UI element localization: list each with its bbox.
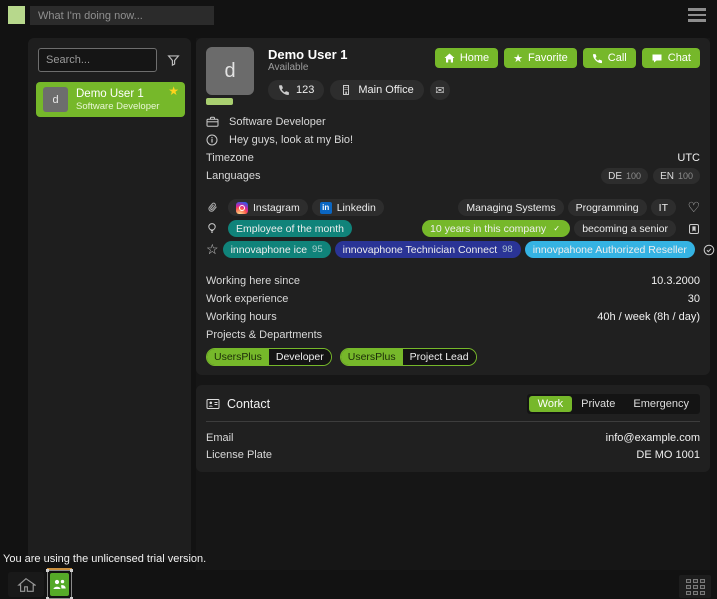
contact-row: Email info@example.com — [206, 429, 700, 446]
language-chip[interactable]: DE 100 — [601, 168, 648, 184]
profile-avatar: d — [206, 47, 254, 95]
skill-chip[interactable]: IT — [651, 199, 676, 216]
home-button[interactable]: Home — [435, 48, 498, 68]
taskbar-home-button[interactable] — [8, 572, 44, 597]
bio-row: Hey guys, look at my Bio! — [206, 131, 700, 149]
certifications-row: innovaphone ice 95 innovaphone Technicia… — [206, 239, 700, 260]
project-chip[interactable]: UsersPlus Developer — [206, 348, 332, 366]
profile-card: d Demo User 1 Available 123 — [196, 38, 710, 375]
contact-name: Demo User 1 — [76, 88, 159, 101]
own-presence-indicator[interactable] — [8, 6, 25, 24]
language-chip[interactable]: EN 100 — [653, 168, 700, 184]
phone-icon — [278, 84, 290, 96]
job-title-row: Software Developer — [206, 113, 700, 131]
filter-icon[interactable] — [163, 50, 183, 70]
goal-chip[interactable]: becoming a senior — [574, 220, 676, 237]
circle-check-icon — [703, 244, 715, 256]
chat-button[interactable]: Chat — [642, 48, 700, 68]
hamburger-menu-icon[interactable] — [688, 8, 706, 22]
timezone-row: Timezone UTC — [206, 149, 700, 167]
certification-chip[interactable]: innovaphone ice 95 — [223, 241, 331, 258]
instagram-link[interactable]: Instagram — [228, 199, 308, 216]
phone-icon — [592, 53, 603, 64]
contact-subtitle: Software Developer — [76, 101, 159, 112]
check-icon — [551, 223, 562, 234]
instagram-icon — [236, 202, 248, 214]
app-launcher-button[interactable] — [679, 575, 711, 598]
profile-name: Demo User 1 — [268, 47, 450, 62]
bookmark-icon — [684, 223, 700, 235]
detail-row: Working here since 10.3.2000 — [206, 272, 700, 290]
project-chip[interactable]: UsersPlus Project Lead — [340, 348, 477, 366]
phone-number-pill[interactable]: 123 — [268, 80, 324, 100]
taskbar-contacts-app[interactable] — [47, 570, 72, 599]
paperclip-icon — [206, 201, 224, 214]
skill-chip[interactable]: Managing Systems — [458, 199, 563, 216]
search-input[interactable] — [38, 48, 157, 72]
divider — [206, 421, 700, 422]
links-skills-row: Instagram in Linkedin Managing Systems P… — [206, 197, 700, 218]
chat-bubble-icon — [651, 53, 663, 64]
linkedin-icon: in — [320, 202, 332, 214]
star-icon — [513, 52, 523, 65]
building-icon — [340, 84, 352, 96]
languages-row: Languages DE 100 EN 100 — [206, 167, 700, 185]
timezone-value: UTC — [677, 152, 700, 164]
projects-label: Projects & Departments — [206, 326, 700, 344]
award-goals-row: Employee of the month 10 years in this c… — [206, 218, 700, 239]
trial-notice: You are using the unlicensed trial versi… — [3, 553, 206, 565]
profile-panel: d Demo User 1 Available 123 — [196, 38, 710, 570]
favorite-star-icon[interactable] — [168, 84, 179, 98]
grid-icon — [686, 579, 705, 595]
heart-icon — [684, 199, 700, 216]
certification-chip[interactable]: innovaphone Technician Connect 98 — [335, 241, 521, 258]
contact-card-title: Contact — [227, 397, 270, 411]
presence-status: Available — [268, 62, 450, 74]
contact-card-icon — [206, 398, 220, 410]
contacts-app-icon — [50, 573, 69, 596]
detail-row: Work experience 30 — [206, 290, 700, 308]
home-icon — [444, 53, 455, 63]
presence-bar — [206, 98, 233, 105]
favorite-button[interactable]: Favorite — [504, 48, 577, 68]
tab-private[interactable]: Private — [572, 396, 624, 412]
status-input[interactable] — [30, 6, 214, 25]
linkedin-link[interactable]: in Linkedin — [312, 199, 384, 216]
email-icon[interactable] — [430, 80, 450, 100]
certification-chip[interactable]: innovpahone Authorized Reseller — [525, 241, 695, 258]
info-icon — [206, 134, 223, 146]
tab-work[interactable]: Work — [529, 396, 572, 412]
detail-row: Working hours 40h / week (8h / day) — [206, 308, 700, 326]
contacts-sidebar: d Demo User 1 Software Developer — [28, 38, 191, 560]
award-chip[interactable]: Employee of the month — [228, 220, 352, 237]
star-outline-icon — [206, 241, 219, 258]
home-outline-icon — [16, 576, 36, 594]
office-pill[interactable]: Main Office — [330, 80, 423, 100]
lightbulb-icon — [206, 222, 224, 235]
tab-emergency[interactable]: Emergency — [624, 396, 698, 412]
call-button[interactable]: Call — [583, 48, 636, 68]
goal-chip[interactable]: 10 years in this company — [422, 220, 570, 237]
contact-list-item[interactable]: d Demo User 1 Software Developer — [36, 82, 185, 117]
contact-card: Contact Work Private Emergency Email inf… — [196, 385, 710, 472]
briefcase-icon — [206, 116, 223, 128]
skill-chip[interactable]: Programming — [568, 199, 647, 216]
avatar: d — [43, 87, 68, 112]
contact-row: License Plate DE MO 1001 — [206, 446, 700, 463]
contact-tabs: Work Private Emergency — [527, 394, 700, 414]
